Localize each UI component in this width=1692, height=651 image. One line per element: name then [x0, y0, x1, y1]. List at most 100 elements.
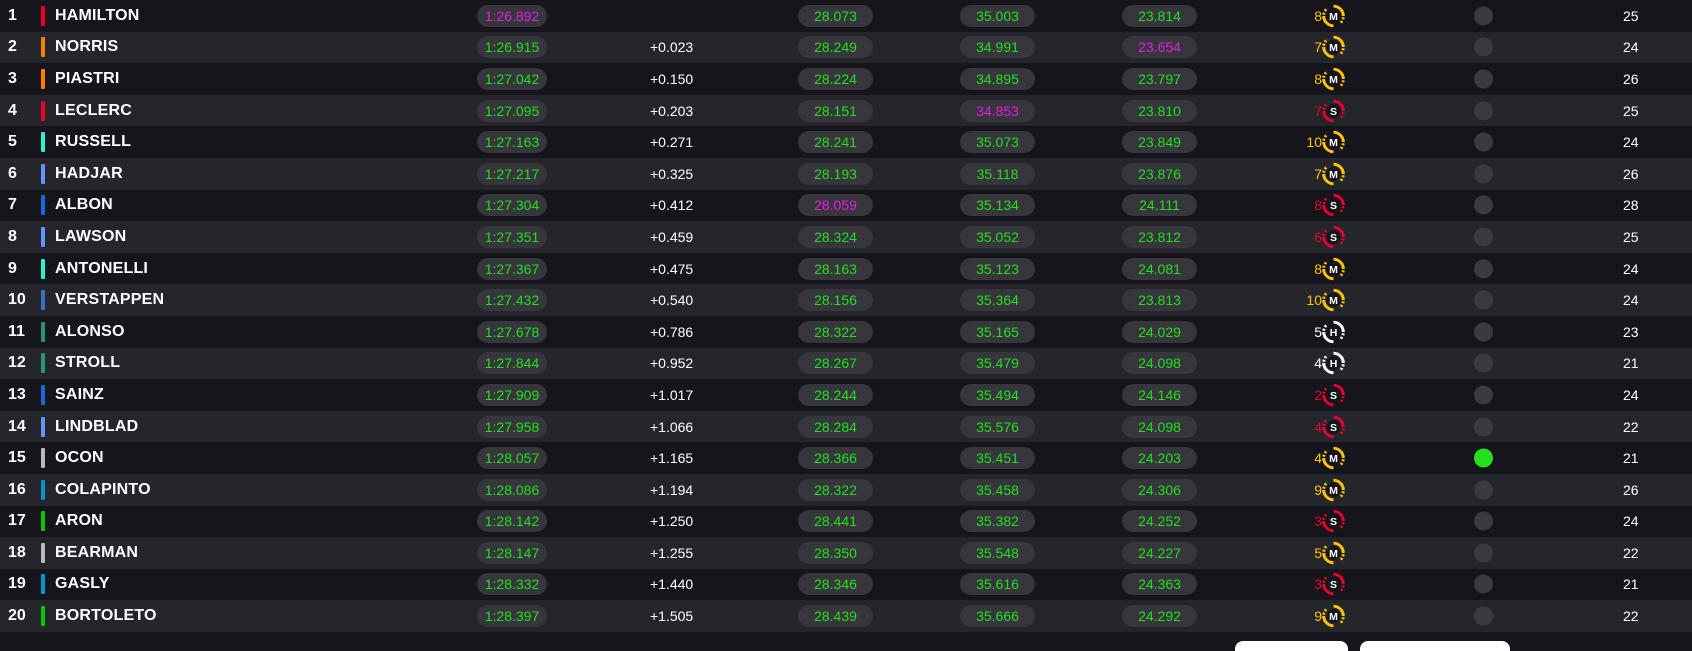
driver-row[interactable]: 2 NORRIS 1:26.915 +0.023 28.249 34.991 23.654 7…: [0, 31, 1692, 64]
tyre-age: 2: [1314, 386, 1322, 403]
laps-completed: 23: [1623, 323, 1639, 340]
driver-row[interactable]: 13 SAINZ 1:27.909 +1.017 28.244 35.494 24.146 2…: [0, 379, 1692, 411]
medium-tyre-icon: M: [1322, 67, 1345, 91]
soft-tyre-icon: S: [1322, 99, 1345, 122]
team-color-bar: [41, 258, 45, 279]
team-color-bar: [41, 37, 45, 58]
position: 7: [8, 196, 17, 214]
driver-name: PIASTRI: [55, 69, 120, 87]
tyre-age: 5: [1314, 323, 1322, 340]
svg-text:H: H: [1330, 358, 1338, 370]
soft-tyre-icon: S: [1322, 194, 1345, 217]
driver-name: HAMILTON: [55, 6, 140, 24]
driver-row[interactable]: 16 COLAPINTO 1:28.086 +1.194 28.322 35.458 24.…: [0, 473, 1692, 506]
sector-1-time: 28.193: [798, 162, 873, 185]
driver-row[interactable]: 3 PIASTRI 1:27.042 +0.150 28.224 34.895 23.797…: [0, 63, 1692, 95]
position: 18: [8, 543, 26, 561]
sector-2-time: 35.616: [960, 573, 1035, 596]
sector-1-time: 28.244: [798, 383, 873, 406]
tyre-age: 7: [1314, 102, 1322, 119]
tyre-age: 8: [1314, 197, 1322, 214]
soft-tyre-icon: S: [1322, 573, 1345, 596]
sector-1-time: 28.249: [798, 36, 873, 59]
gap-to-leader: +1.255: [650, 544, 694, 561]
driver-name: VERSTAPPEN: [55, 291, 165, 309]
driver-row[interactable]: 17 ARON 1:28.142 +1.250 28.441 35.382 24.252 3 S…: [0, 505, 1692, 538]
svg-text:S: S: [1330, 579, 1337, 591]
sector-1-time: 28.441: [798, 510, 873, 533]
laps-completed: 21: [1623, 450, 1639, 467]
sector-2-time: 35.003: [960, 4, 1035, 27]
team-color-bar: [41, 511, 45, 532]
sector-3-time: 23.810: [1122, 99, 1197, 122]
sector-2-time: 35.576: [960, 415, 1035, 438]
sector-3-time: 24.203: [1122, 447, 1197, 470]
sector-3-time: 23.797: [1122, 67, 1197, 90]
tyre-age: 9: [1314, 608, 1322, 625]
driver-row[interactable]: 8 LAWSON 1:27.351 +0.459 28.324 35.052 23.812 6…: [0, 221, 1692, 253]
gap-to-leader: +1.440: [650, 576, 694, 593]
laps-completed: 25: [1623, 7, 1639, 24]
laps-completed: 24: [1623, 260, 1639, 277]
driver-row[interactable]: 5 RUSSELL 1:27.163 +0.271 28.241 35.073 23.849…: [0, 126, 1692, 158]
gap-to-leader: +0.325: [650, 165, 694, 182]
sector-3-time: 23.876: [1122, 162, 1197, 185]
position: 10: [8, 291, 26, 309]
sector-2-time: 35.165: [960, 320, 1035, 343]
driver-row[interactable]: 6 HADJAR 1:27.217 +0.325 28.193 35.118 23.876 7…: [0, 157, 1692, 190]
driver-name: ARON: [55, 512, 103, 530]
svg-text:M: M: [1329, 548, 1338, 560]
svg-text:H: H: [1330, 327, 1338, 339]
driver-name: OCON: [55, 449, 104, 467]
driver-name: ALBON: [55, 196, 113, 214]
svg-text:M: M: [1329, 263, 1338, 275]
driver-row[interactable]: 1 HAMILTON 1:26.892 28.073 35.003 23.814 8 M 25: [0, 0, 1692, 32]
driver-row[interactable]: 11 ALONSO 1:27.678 +0.786 28.322 35.165 24.029…: [0, 315, 1692, 348]
driver-row[interactable]: 19 GASLY 1:28.332 +1.440 28.346 35.616 24.363 3…: [0, 568, 1692, 601]
status-indicator-dot: [1474, 480, 1493, 500]
sector-2-time: 35.479: [960, 352, 1035, 375]
driver-row[interactable]: 14 LINDBLAD 1:27.958 +1.066 28.284 35.576 24.0…: [0, 410, 1692, 443]
driver-row[interactable]: 9 ANTONELLI 1:27.367 +0.475 28.163 35.123 24.0…: [0, 252, 1692, 285]
laps-completed: 21: [1623, 355, 1639, 372]
sector-3-time: 24.227: [1122, 541, 1197, 564]
position: 9: [8, 259, 17, 277]
svg-text:S: S: [1330, 232, 1337, 244]
driver-row[interactable]: 10 VERSTAPPEN 1:27.432 +0.540 28.156 35.364 23…: [0, 284, 1692, 316]
status-indicator-dot: [1474, 448, 1493, 468]
status-indicator-dot: [1474, 606, 1493, 626]
sector-2-time: 35.451: [960, 447, 1035, 470]
best-lap-time: 1:27.217: [477, 162, 547, 185]
bottom-tab[interactable]: [1360, 641, 1510, 651]
driver-name: RUSSELL: [55, 133, 132, 151]
laps-completed: 22: [1623, 544, 1639, 561]
laps-completed: 24: [1623, 513, 1639, 530]
sector-1-time: 28.224: [798, 67, 873, 90]
gap-to-leader: +1.017: [650, 386, 694, 403]
driver-row[interactable]: 20 BORTOLETO 1:28.397 +1.505 28.439 35.666 24.…: [0, 600, 1692, 632]
status-indicator-dot: [1474, 353, 1493, 373]
gap-to-leader: +0.475: [650, 260, 694, 277]
medium-tyre-icon: M: [1322, 604, 1345, 628]
best-lap-time: 1:28.057: [477, 447, 547, 470]
status-indicator-dot: [1474, 574, 1493, 594]
laps-completed: 21: [1623, 576, 1639, 593]
driver-row[interactable]: 7 ALBON 1:27.304 +0.412 28.059 35.134 24.111 8 S…: [0, 189, 1692, 222]
sector-1-time: 28.439: [798, 605, 873, 628]
driver-row[interactable]: 4 LECLERC 1:27.095 +0.203 28.151 34.853 23.810…: [0, 94, 1692, 127]
bottom-tab[interactable]: [1235, 641, 1348, 651]
driver-row[interactable]: 18 BEARMAN 1:28.147 +1.255 28.350 35.548 24.22…: [0, 537, 1692, 569]
medium-tyre-icon: M: [1322, 130, 1345, 154]
tyre-age: 9: [1314, 481, 1322, 498]
laps-completed: 24: [1623, 134, 1639, 151]
svg-text:S: S: [1330, 421, 1337, 433]
position: 19: [8, 575, 26, 593]
sector-1-time: 28.322: [798, 320, 873, 343]
driver-row[interactable]: 15 OCON 1:28.057 +1.165 28.366 35.451 24.203 4 M…: [0, 442, 1692, 474]
driver-name: LECLERC: [55, 101, 132, 119]
position: 11: [8, 322, 25, 340]
tyre-age: 4: [1314, 418, 1322, 435]
gap-to-leader: +0.786: [650, 323, 694, 340]
driver-row[interactable]: 12 STROLL 1:27.844 +0.952 28.267 35.479 24.098…: [0, 347, 1692, 380]
sector-1-time: 28.156: [798, 289, 873, 312]
